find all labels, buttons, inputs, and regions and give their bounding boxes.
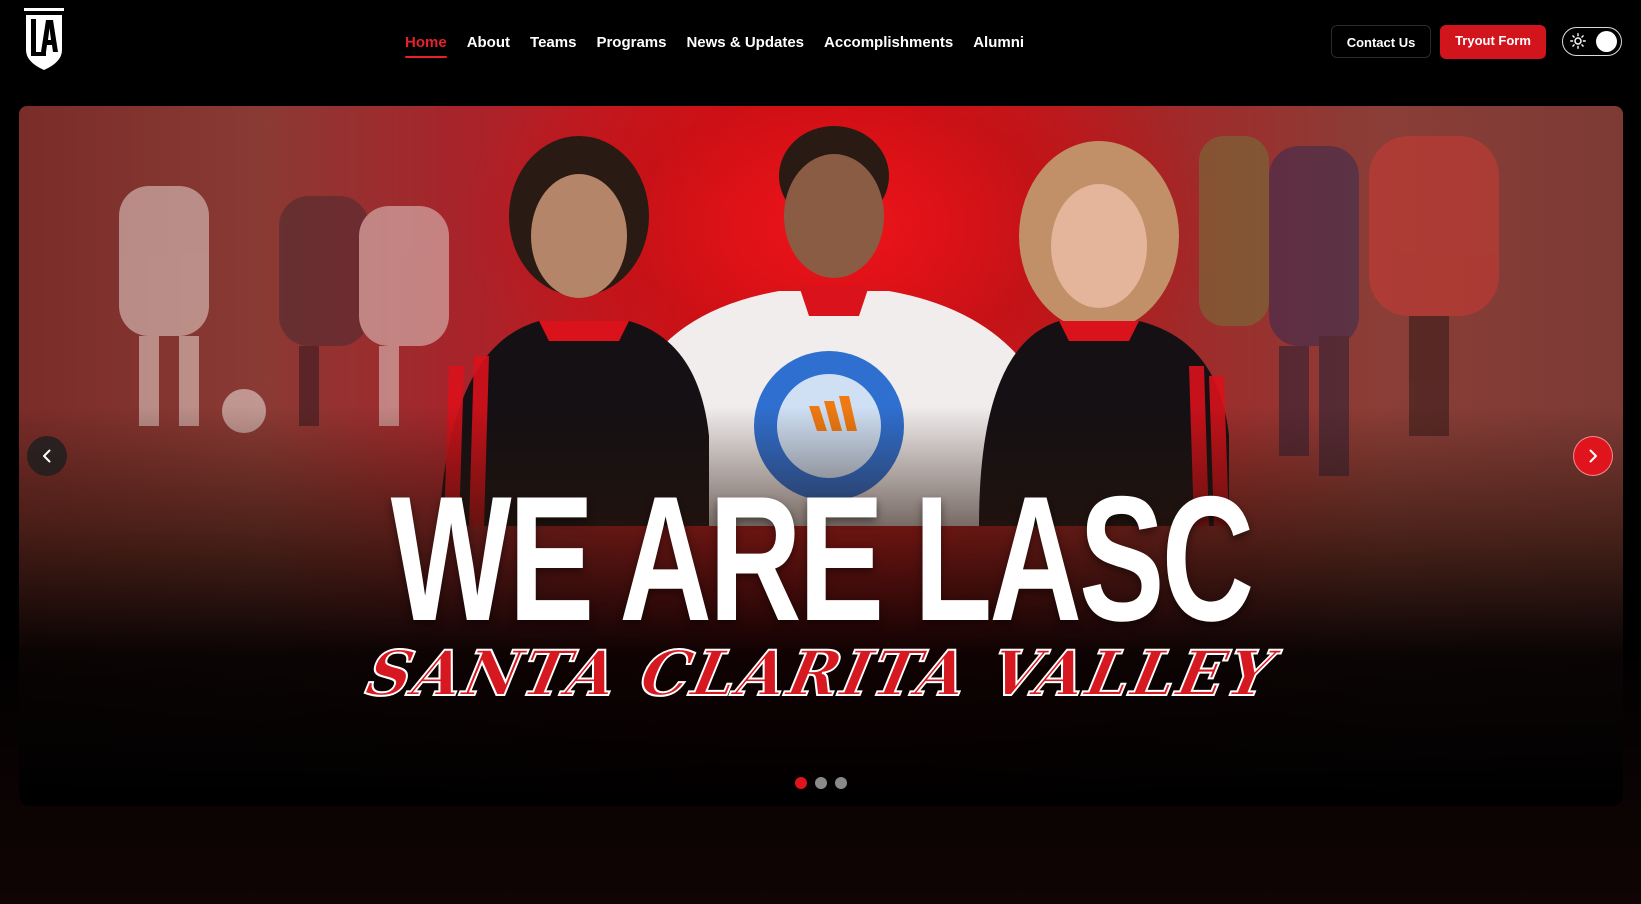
carousel-dot-2[interactable] (815, 777, 827, 789)
carousel-prev-button[interactable] (27, 436, 67, 476)
contact-us-button[interactable]: Contact Us (1331, 25, 1431, 58)
chevron-left-icon (43, 449, 51, 463)
nav-accomplishments[interactable]: Accomplishments (824, 30, 953, 60)
nav-teams[interactable]: Teams (530, 30, 576, 60)
hero-subtitle: SANTA CLARITA VALLEY (359, 636, 1283, 711)
tryout-form-button[interactable]: Tryout Form (1440, 25, 1546, 59)
main-nav: Home About Teams Programs News & Updates… (405, 30, 1044, 60)
carousel-next-button[interactable] (1573, 436, 1613, 476)
la-crest-icon (24, 8, 64, 70)
nav-home[interactable]: Home (405, 30, 447, 60)
site-header: Home About Teams Programs News & Updates… (0, 0, 1641, 96)
hero-carousel: WE ARE LASC SANTA CLARITA VALLEY (19, 106, 1623, 806)
chevron-right-icon (1589, 449, 1597, 463)
nav-about[interactable]: About (467, 30, 510, 60)
sun-icon (1570, 33, 1586, 49)
nav-news-updates[interactable]: News & Updates (686, 30, 804, 60)
club-logo[interactable] (22, 6, 66, 74)
nav-programs[interactable]: Programs (596, 30, 666, 60)
toggle-knob (1596, 31, 1617, 52)
carousel-dot-3[interactable] (835, 777, 847, 789)
nav-alumni[interactable]: Alumni (973, 30, 1024, 60)
theme-toggle[interactable] (1562, 27, 1622, 56)
hero-title: WE ARE LASC (390, 459, 1255, 658)
carousel-indicators (795, 777, 847, 789)
carousel-dot-1[interactable] (795, 777, 807, 789)
